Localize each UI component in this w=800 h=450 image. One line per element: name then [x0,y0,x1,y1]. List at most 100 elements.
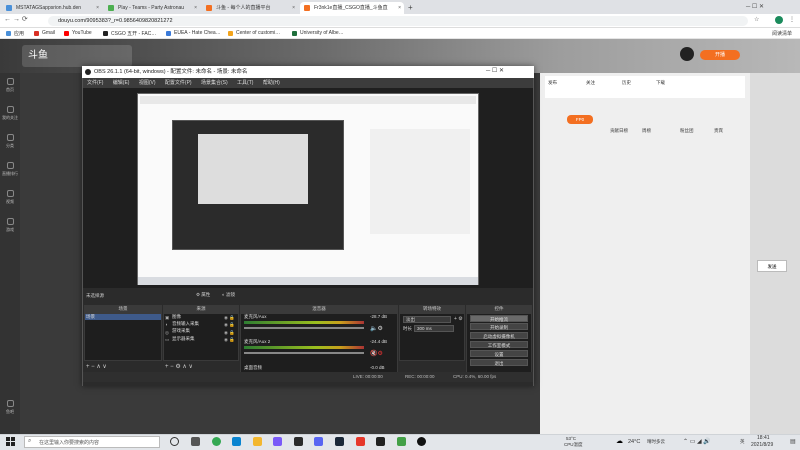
nav-item-rank[interactable]: 直播排行 [2,162,18,177]
star-icon[interactable]: ☆ [754,16,759,23]
clock-time[interactable]: 18:41 [757,435,770,441]
studio-mode-button[interactable]: 工作室模式 [470,341,528,348]
weather-desc[interactable]: 晴时多云 [647,439,665,445]
menu-scene-collection[interactable]: 场景集合(S) [197,78,232,88]
properties-button[interactable]: ⚙ 属性 [196,292,210,298]
tab-fans[interactable]: 粉丝团 [680,128,694,134]
app-icon[interactable] [397,437,406,446]
filters-button[interactable]: ◐ 滤镜 [222,292,235,298]
nav-arrows-icon[interactable]: ← → ⟳ [4,15,28,23]
chrome-icon[interactable] [212,437,221,446]
scene-row-selected[interactable] [85,314,161,320]
start-streaming-button[interactable]: 开始推流 [470,315,528,322]
bookmark-item[interactable]: YouTube [64,30,92,36]
obs-preview-canvas[interactable] [137,93,479,285]
browser-tab-1[interactable]: MSTATAGSappsrion.hub.den × [2,2,102,14]
obs-taskbar-icon[interactable] [417,437,426,446]
settings-button[interactable]: 设置 [470,350,528,357]
exit-button[interactable]: 退出 [470,359,528,366]
file-explorer-icon[interactable] [253,437,262,446]
nav-item-follow[interactable]: 我的关注 [2,106,18,121]
avatar[interactable] [775,16,783,24]
menu-file[interactable]: 文件(F) [83,78,107,88]
muted-speaker-icon[interactable]: 🔇⚙ [370,350,383,357]
speaker-icon[interactable]: 🔈⚙ [370,325,383,332]
browser-tab-2[interactable]: Play - Teams - Party Astronau × [104,2,200,14]
browser-tab-3[interactable]: 斗鱼 - 每个人的直播平台 × [202,2,298,14]
menu-tools[interactable]: 工具(T) [233,78,257,88]
site-logo[interactable]: 斗鱼 [22,45,132,67]
scenes-list [84,313,162,361]
bookmark-item[interactable]: CSGO 五开 - FAC… [103,30,156,37]
source-item-game[interactable]: 游戏采集 [172,328,190,334]
nav-item-game[interactable]: 游戏 [2,218,18,233]
gamepad-icon [6,218,14,225]
tab-contribution[interactable]: 贡献日榜 [610,128,628,134]
fans-badge[interactable]: FP0 [567,115,593,124]
start-recording-button[interactable]: 开始录制 [470,323,528,330]
source-item-audio-input[interactable]: 音频输入采集 [172,321,199,327]
app-icon[interactable] [376,437,385,446]
weather-temp[interactable]: 24°C [628,439,640,445]
taskbar-search-input[interactable]: 在这里输入你要搜索的内容 [24,436,160,448]
ime-indicator[interactable]: 英 [740,439,745,445]
menu-icon[interactable]: ⋮ [789,16,795,23]
steam-icon[interactable] [335,437,344,446]
menu-profile[interactable]: 配置文件(P) [161,78,196,88]
app-icon[interactable] [273,437,282,446]
reading-list[interactable]: 阅读清单 [764,30,792,37]
close-icon[interactable]: × [292,2,295,14]
clock-date[interactable]: 2021/8/29 [751,442,773,448]
windows-start-icon[interactable] [6,437,16,447]
action-item-history[interactable]: 历史 [622,80,631,86]
bookmark-item[interactable]: 应用 [6,30,24,37]
menu-help[interactable]: 帮助(H) [259,78,284,88]
transition-add-icon[interactable]: + ⚙ [454,316,463,322]
open-broadcast-button[interactable]: 开播 [700,50,740,60]
cortana-icon[interactable] [170,437,179,446]
source-item-image[interactable]: 图像 [172,314,181,320]
scene-item[interactable]: 场景 [86,314,95,320]
source-item-display[interactable]: 显示器采集 [172,336,195,342]
window-controls[interactable]: ─ ☐ ✕ [746,3,764,10]
obs-window-controls[interactable]: ─ ☐ ✕ [486,67,504,74]
nav-item-home[interactable]: 首页 [2,78,18,93]
duration-input[interactable]: 300 ms [414,325,454,332]
menu-view[interactable]: 视图(V) [135,78,160,88]
close-icon[interactable]: × [398,2,401,14]
discord-icon[interactable] [314,437,323,446]
volume-slider[interactable] [244,352,364,354]
tray-icons[interactable]: ⌃ ▭ ◢ 🔊 [683,438,711,445]
bookmark-item[interactable]: EUEA - Hate Chea… [166,30,221,36]
edge-icon[interactable] [232,437,241,446]
bookmark-item[interactable]: Gmail [34,30,55,36]
bookmark-item[interactable]: Center of customi… [228,30,280,36]
transition-select[interactable]: 淡出 [403,316,451,323]
source-toolbar[interactable]: + − ⚙ ∧ ∨ [165,363,193,370]
visibility-eye-icons[interactable]: ◉ 🔒 ◉ 🔒 ◉ 🔒 ◉ 🔒 [224,314,235,344]
send-button[interactable]: 发送 [757,260,787,272]
url-field[interactable]: douyu.com/9095383?_r=0.9856409820821272 [48,16,748,26]
new-tab-button[interactable]: + [408,3,413,12]
nav-item-group[interactable]: 鱼吧 [2,400,18,415]
app-icon[interactable] [356,437,365,446]
volume-slider[interactable] [244,327,364,329]
start-virtual-camera-button[interactable]: 启动虚拟摄像机 [470,332,528,339]
nav-item-video[interactable]: 视频 [2,190,18,205]
menu-edit[interactable]: 编辑(E) [109,78,134,88]
scene-toolbar[interactable]: + − ∧ ∨ [86,363,107,370]
close-icon[interactable]: × [194,2,197,14]
action-item-follow[interactable]: 关注 [586,80,595,86]
browser-tab-4-active[interactable]: Fr3nk1e直播_CSGO直播_斗鱼直 × [300,2,404,14]
notification-icon[interactable]: ▤ [790,438,796,445]
tab-vip[interactable]: 贵宾 [714,128,723,134]
close-icon[interactable]: × [96,2,99,14]
action-item-download[interactable]: 下载 [656,80,665,86]
user-avatar[interactable] [680,47,694,61]
task-view-icon[interactable] [191,437,200,446]
nav-item-category[interactable]: 分类 [2,134,18,149]
bookmark-item[interactable]: University of Albe… [292,30,344,36]
tab-week[interactable]: 周榜 [642,128,651,134]
app-icon[interactable] [294,437,303,446]
action-item-publish[interactable]: 发布 [548,80,557,86]
